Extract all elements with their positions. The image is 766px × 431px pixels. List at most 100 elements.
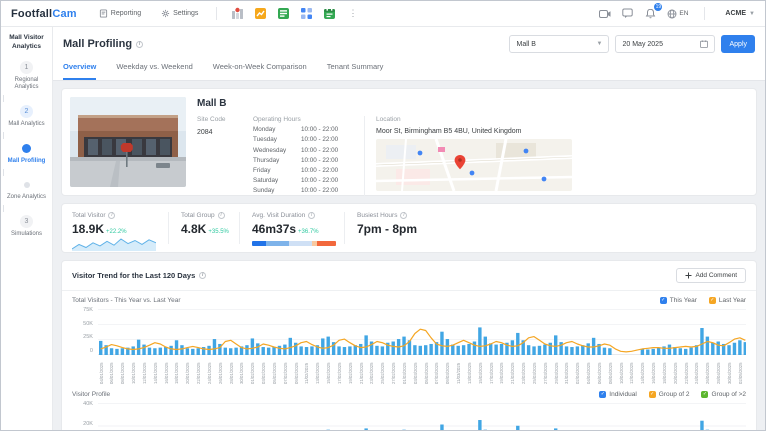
date-value: 20 May 2025 [622,40,663,48]
tab-week-on-week-comparison[interactable]: Week-on-Week Comparison [213,62,307,80]
legend-item[interactable]: ✓ Individual [599,391,637,398]
x-tick-label: 24/04/2025 [694,362,700,384]
mall-info-card: Mall B Site Code 2084 Operating Hours Mo… [61,88,757,196]
legend-checkbox[interactable]: ✓ [701,391,709,398]
apply-button[interactable]: Apply [721,35,755,53]
sidebar-step-zone-analytics[interactable]: Zone Analytics [3,179,50,202]
x-tick-label: 25/03/2025 [531,362,537,384]
step-label: Zone Analytics [6,193,47,200]
x-tick-label: 02/05/2025 [737,362,743,384]
chat-icon[interactable] [621,7,634,20]
more-apps-icon[interactable]: ⋮ [344,8,361,19]
spreadsheet-app-icon[interactable] [277,7,290,20]
notifications-bell-icon[interactable]: 19 [644,3,663,20]
sales-app-icon[interactable] [254,7,267,20]
legend-item[interactable]: ✓ Last Year [708,297,746,304]
busiest-hours-value: 7pm - 8pm [357,222,418,236]
y-tick-label: 50K [83,320,93,327]
account-menu[interactable]: ACME ▼ [721,10,755,17]
info-icon[interactable]: i [199,272,207,279]
legend-checkbox[interactable]: ✓ [708,297,716,304]
legend-checkbox[interactable]: ✓ [659,297,667,304]
chart-subtitle: Total Visitors - This Year vs. Last Year [72,297,181,304]
operating-hours-row: Tuesday 10:00 - 22:00 [253,136,353,143]
step-number-3: 3 [20,214,33,228]
avg-duration-delta: +36.7% [298,229,319,235]
day-label: Sunday [253,187,275,195]
y-tick-label: 25K [83,334,93,340]
visitor-trend-card: Visitor Trend for the Last 120 Days i Add… [61,260,757,430]
visitor-profile-chart [97,403,746,430]
nav-reporting[interactable]: Reporting [91,9,149,18]
operating-hours-label: Operating Hours [253,116,301,123]
x-tick-label: 06/01/2025 [109,362,115,384]
legend-item[interactable]: ✓ Group of 2 [648,391,689,398]
info-icon[interactable]: i [400,212,408,219]
location-map[interactable] [375,138,573,192]
x-tick-label: 08/04/2025 [607,362,613,384]
y-axis: 40K20K0 [72,401,98,430]
info-icon[interactable]: i [217,212,225,219]
tab-tenant-summary[interactable]: Tenant Summary [327,62,384,80]
legend-item[interactable]: ✓ Group of >2 [701,391,746,398]
nav-settings[interactable]: Settings [153,9,206,18]
sidebar-step-simulations[interactable]: 3 Simulations [3,214,50,239]
x-tick-label: 01/02/2025 [250,362,256,384]
calendar-app-icon[interactable] [323,7,336,20]
mall-select-value: Mall B [516,40,536,48]
sidebar-step-regional-analytics[interactable]: 1 Regional Analytics [3,60,50,93]
step-label: Mall Analytics [8,121,45,128]
legend-label: Last Year [718,297,746,304]
language-selector[interactable]: EN [667,9,688,19]
x-tick-label: 03/03/2025 [412,362,418,384]
gear-icon [162,9,170,18]
x-tick-label: 17/03/2025 [488,362,494,384]
mall-select[interactable]: Mall B ▼ [509,35,610,53]
page-title: Mall Profiling i [63,38,144,50]
hours-value: 10:00 - 22:00 [301,126,339,134]
workflow-app-icon[interactable] [300,7,313,20]
total-visitor-delta: +22.2% [106,229,127,235]
x-tick-label: 07/02/2025 [282,362,288,384]
sidebar-step-mall-profiling[interactable]: Mall Profiling [3,142,50,166]
x-tick-label: 13/03/2025 [466,362,472,384]
location-label: Location [376,116,401,123]
step-number-2: 2 [20,105,33,119]
x-tick-label: 06/04/2025 [596,362,602,384]
x-tick-label: 25/02/2025 [380,362,386,384]
plus-icon [685,272,692,279]
mall-name: Mall B [197,98,227,109]
footfallcam-logo[interactable]: FootfallCam [11,8,77,20]
legend-checkbox[interactable]: ✓ [599,391,607,398]
hours-value: 10:00 - 22:00 [301,156,339,164]
camera-icon[interactable] [598,7,611,20]
tab-weekday-vs-weekend[interactable]: Weekday vs. Weekend [116,62,192,80]
date-picker[interactable]: 20 May 2025 [615,35,716,53]
header-controls: Mall B ▼ 20 May 2025 Apply [509,35,755,53]
x-tick-label: 03/02/2025 [261,362,267,384]
info-icon[interactable]: i [108,212,116,219]
info-icon[interactable]: i [308,212,316,219]
x-tick-label: 04/04/2025 [586,362,592,384]
sidebar-step-mall-analytics[interactable]: 2 Mall Analytics [3,105,50,129]
add-comment-button[interactable]: Add Comment [676,268,746,283]
info-icon[interactable]: i [136,40,144,48]
y-tick-label: 40K [83,401,93,407]
legend-checkbox[interactable]: ✓ [648,391,656,398]
duration-bar-segment [252,241,267,246]
y-tick-label: 20K [83,421,93,428]
app-launcher-icons [231,7,336,20]
avg-duration-value: 46m37s [252,222,297,236]
tab-overview[interactable]: Overview [63,62,97,80]
report-icon [99,9,107,18]
people-counter-app-icon[interactable] [231,7,244,20]
hours-value: 10:00 - 22:00 [301,166,339,174]
legend-item[interactable]: ✓ This Year [659,297,697,304]
visitor-trend-chart [97,309,746,355]
kpi-avg-visit-duration: Avg. Visit Duration i 46m37s +36.7% [240,212,344,246]
nav-reporting-label: Reporting [110,10,142,17]
tab-bar: Overview Weekday vs. Weekend Week-on-Wee… [63,62,755,80]
mall-photo [70,97,186,187]
page-header: Mall Profiling i Mall B ▼ 20 May 2025 App… [53,27,765,81]
x-tick-label: 30/04/2025 [726,362,732,384]
